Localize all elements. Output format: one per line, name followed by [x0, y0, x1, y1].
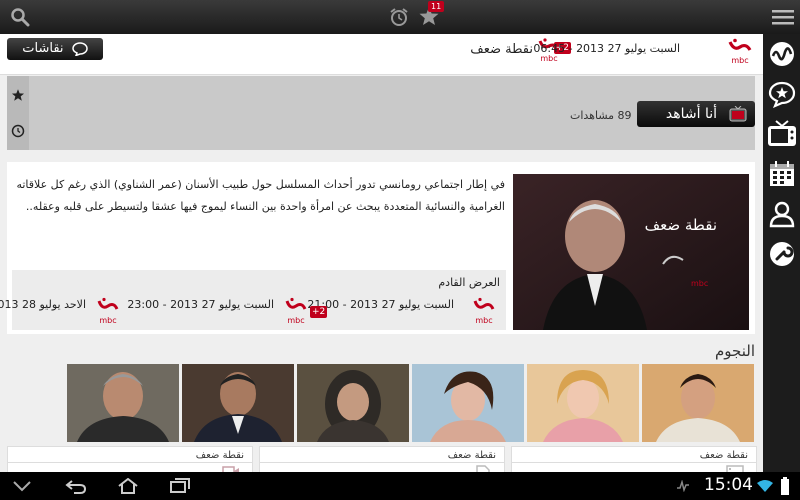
chat-bubble-icon — [71, 41, 88, 57]
calendar-icon[interactable] — [768, 160, 796, 188]
star-photo[interactable] — [642, 364, 754, 442]
status-clock: 15:04 — [704, 475, 753, 495]
program-description: في إطار اجتماعي رومانسي تدور أحداث المسل… — [16, 178, 505, 213]
card-title: نقطة ضعف — [447, 450, 496, 461]
air-time: السبت يوليو 27 2013 - 06:45 — [533, 42, 680, 55]
discussions-button[interactable]: نقاشات — [7, 38, 103, 60]
video-icon — [222, 466, 239, 472]
battery-icon — [781, 477, 789, 495]
film-icon — [726, 465, 744, 472]
home-icon[interactable] — [116, 478, 140, 494]
activity-icon — [677, 480, 689, 492]
tv-icon — [729, 106, 747, 122]
favorites-chat-icon[interactable] — [768, 80, 796, 108]
svg-text:mbc: mbc — [540, 54, 557, 63]
settings-wrench-icon[interactable] — [768, 240, 796, 268]
discussions-label: نقاشات — [22, 41, 64, 56]
alarm-icon[interactable] — [388, 6, 410, 28]
card-divider — [260, 462, 504, 463]
schedule-1-time: السبت يوليو 27 2013 - 21:00 — [307, 298, 454, 311]
svg-text:mbc: mbc — [475, 316, 492, 325]
star-photo[interactable] — [67, 364, 179, 442]
schedule-3-logo: mbc — [96, 296, 120, 326]
watching-label: أنا أشاهد — [665, 106, 717, 122]
action-side-icons — [7, 76, 29, 150]
program-title: نقطة ضعف — [470, 42, 533, 57]
poster-title: نقطة ضعف — [645, 216, 717, 234]
schedule-3-time: الاحد يوليو 28 2013 — [0, 298, 86, 311]
tv-guide-icon[interactable] — [767, 120, 797, 148]
star-photo[interactable] — [297, 364, 409, 442]
svg-text:mbc: mbc — [287, 316, 304, 325]
upcoming-schedule: العرض القادم mbc السبت يوليو 27 2013 - 2… — [0, 270, 506, 330]
right-navigation — [763, 34, 800, 472]
schedule-2-logo: mbc — [284, 296, 308, 326]
views-count: 89 مشاهدات — [570, 109, 632, 122]
schedule-title: العرض القادم — [438, 276, 500, 289]
menu-icon[interactable] — [772, 9, 794, 25]
svg-text:mbc: mbc — [99, 316, 116, 325]
favorite-star-icon[interactable] — [11, 88, 25, 102]
related-cards: نقطة ضعف نقطة ضعف نقطة ضعف — [0, 446, 763, 472]
main-content: نقاشات نقطة ضعف mbc +2 السبت يوليو 27 20… — [0, 34, 763, 472]
star-photo[interactable] — [182, 364, 294, 442]
related-card[interactable]: نقطة ضعف — [259, 446, 505, 472]
app-logo-icon[interactable] — [768, 40, 796, 68]
wifi-icon — [757, 480, 773, 492]
schedule-1-logo: mbc — [472, 296, 496, 326]
schedule-2-time: السبت يوليو 27 2013 - 23:00 — [127, 298, 274, 311]
stars-title: النجوم — [715, 342, 755, 360]
profile-icon[interactable] — [768, 200, 796, 228]
recent-apps-icon[interactable] — [168, 478, 192, 494]
system-navigation-bar: 15:04 — [0, 472, 800, 500]
document-icon — [476, 465, 490, 472]
schedule-2-badge: +2 — [310, 306, 328, 318]
notification-badge: 11 — [428, 1, 445, 12]
card-divider — [8, 462, 252, 463]
card-title: نقطة ضعف — [195, 450, 244, 461]
star-photo[interactable] — [412, 364, 524, 442]
top-bar: 11 — [0, 0, 800, 34]
search-icon[interactable] — [10, 7, 30, 27]
program-header: نقاشات نقطة ضعف mbc +2 السبت يوليو 27 20… — [0, 34, 763, 75]
card-divider — [512, 462, 756, 463]
back-icon[interactable] — [64, 478, 88, 494]
watching-button[interactable]: أنا أشاهد — [637, 101, 755, 127]
svg-text:mbc: mbc — [731, 56, 748, 65]
keyboard-hide-icon[interactable] — [10, 478, 34, 494]
star-photo[interactable] — [527, 364, 639, 442]
svg-text:mbc: mbc — [691, 279, 708, 288]
reminder-clock-icon[interactable] — [11, 124, 25, 138]
card-title: نقطة ضعف — [699, 450, 748, 461]
related-card[interactable]: نقطة ضعف — [511, 446, 757, 472]
program-poster: نقطة ضعف mbc — [513, 174, 749, 330]
action-panel: 89 مشاهدات أنا أشاهد — [7, 76, 755, 150]
mbc-masr-logo: mbc — [727, 37, 753, 65]
program-info: نقطة ضعف mbc في إطار اجتماعي رومانسي تدو… — [0, 162, 755, 334]
stars-gallery — [67, 364, 756, 442]
related-card[interactable]: نقطة ضعف — [7, 446, 253, 472]
